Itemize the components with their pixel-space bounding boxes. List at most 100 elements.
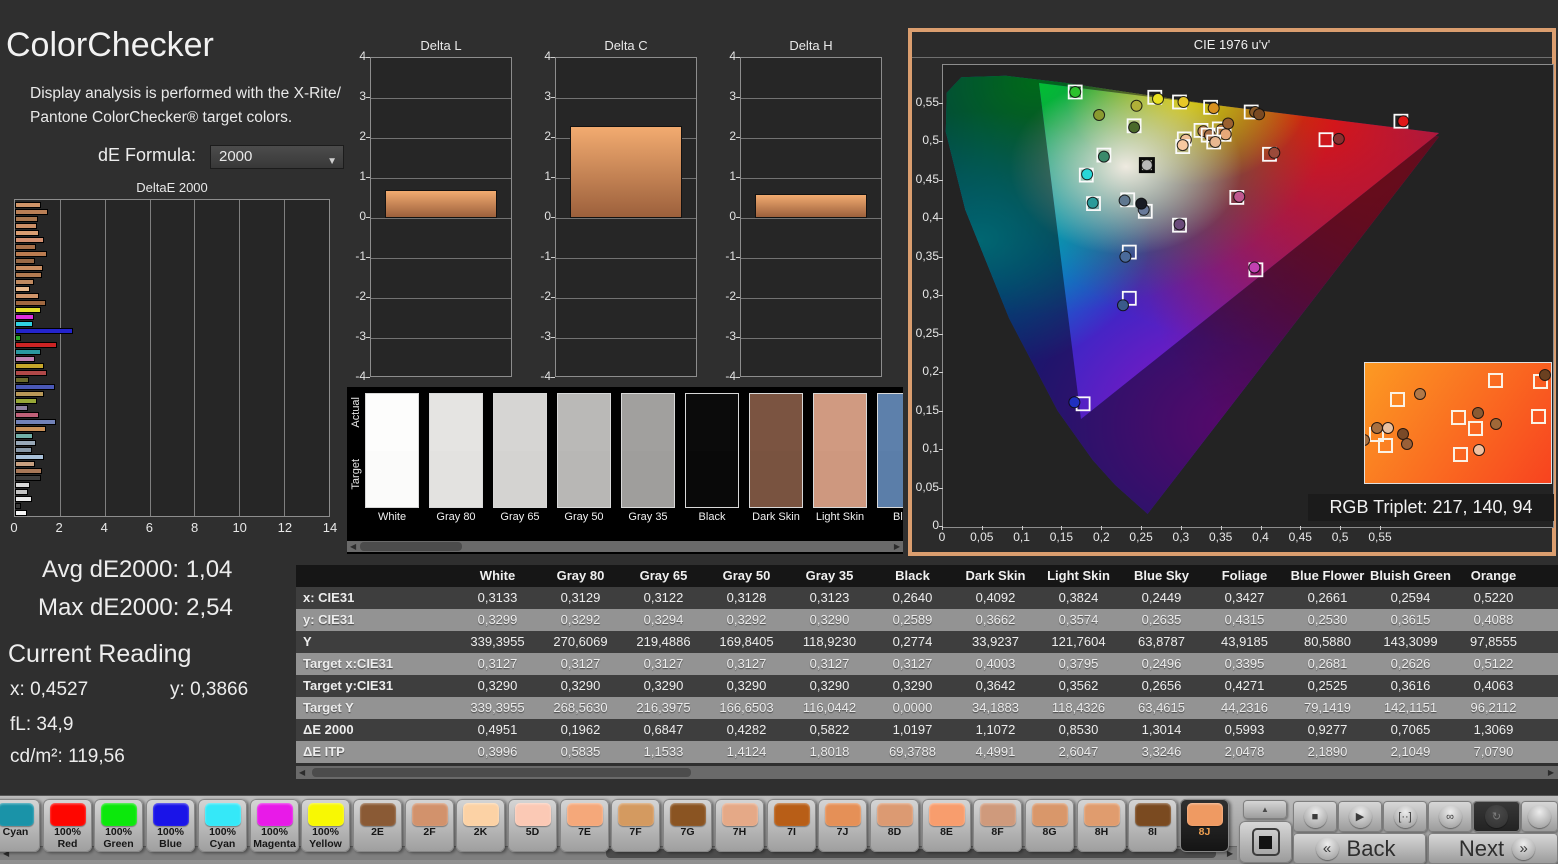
cie-measured-point (1119, 250, 1132, 263)
deltae-bar (15, 447, 32, 453)
play-button[interactable]: ▶ (1338, 801, 1382, 832)
table-row: Target y:CIE31 0,3290 0,3290 0,3290 0,3290 0,… (296, 675, 1558, 697)
patch-button-100-green[interactable]: 100% Green (94, 799, 143, 852)
deltae-bar (15, 244, 37, 250)
cie-measured-point (1117, 299, 1129, 312)
stop-pattern-button[interactable] (1239, 821, 1292, 863)
patch-button-100-red[interactable]: 100% Red (43, 799, 92, 852)
cie-measured-point (1397, 115, 1410, 128)
patch-button-100-yellow[interactable]: 100% Yellow (301, 799, 350, 852)
de-formula-dropdown[interactable]: 2000 ▼ (210, 145, 344, 169)
patch-button-8h[interactable]: 8H (1077, 799, 1126, 852)
cie-measured-point (1086, 196, 1099, 209)
cie-measured-point (1248, 261, 1261, 274)
cie-measured-point (1118, 194, 1131, 207)
back-button[interactable]: « Back (1293, 833, 1426, 864)
cie-measured-point (1177, 96, 1190, 108)
patch-button-8j[interactable]: 8J (1180, 799, 1229, 852)
swatch-light-skin: Light Skin (813, 393, 867, 523)
patch-button-100-magenta[interactable]: 100% Magenta (250, 799, 299, 852)
deltae-bar (15, 503, 22, 509)
blank-icon (1528, 805, 1551, 828)
patch-button-8g[interactable]: 8G (1025, 799, 1074, 852)
range-icon: [··] (1393, 805, 1417, 828)
blank-button[interactable] (1521, 801, 1558, 832)
patch-button-5d[interactable]: 5D (508, 799, 557, 852)
target-label: Target (350, 459, 362, 490)
cie-measured-point (1140, 159, 1153, 172)
column-header: Gray 80 (556, 568, 605, 583)
deltae-bar (15, 286, 31, 292)
page-title: ColorChecker (6, 26, 214, 64)
cie-measured-point (1253, 108, 1266, 121)
table-row: ΔE 2000 0,4951 0,1962 0,6847 0,4282 0,5822 1,0… (296, 719, 1558, 741)
patch-button-100-blue[interactable]: 100% Blue (146, 799, 195, 852)
swatch-gray-35: Gray 35 (621, 393, 675, 523)
cie-measured-point (1130, 99, 1143, 112)
scroll-left-icon[interactable]: ◀ (299, 766, 305, 779)
column-header: Dark Skin (965, 568, 1026, 583)
swatch-row: White Gray 80 Gray 65 Gray 50 Gray 35 Black Da… (365, 393, 903, 523)
scroll-right-icon[interactable]: ▶ (1548, 766, 1554, 779)
deltae-bar (15, 384, 56, 390)
patch-button-cyan[interactable]: Cyan (0, 799, 40, 852)
table-row: ΔE ITP 0,3996 0,5835 1,1533 1,4124 1,8018 69,3… (296, 741, 1558, 763)
deltae-bar (15, 251, 48, 257)
stop-button[interactable]: ■ (1293, 801, 1337, 832)
patch-button-7g[interactable]: 7G (663, 799, 712, 852)
infinity-button[interactable]: ∞ (1428, 801, 1472, 832)
patch-button-7j[interactable]: 7J (818, 799, 867, 852)
patch-button-2f[interactable]: 2F (405, 799, 454, 852)
swatch-scrollbar[interactable]: ◀ ▶ (347, 541, 903, 552)
infinity-icon: ∞ (1438, 805, 1462, 828)
patch-button-7e[interactable]: 7E (560, 799, 609, 852)
deltae-bar (15, 370, 48, 376)
cie-panel: CIE 1976 u'v' RGB Triplet: 217, 140, 94 … (908, 28, 1556, 556)
deltae-bar (15, 279, 34, 285)
cie-measured-point (1068, 396, 1081, 409)
next-button[interactable]: Next » (1428, 833, 1558, 864)
swatch-scroll-thumb[interactable] (360, 542, 462, 551)
swatch-gray-50: Gray 50 (557, 393, 611, 523)
deltae-bar (15, 496, 32, 502)
cie-measured-point (1176, 139, 1189, 152)
patch-button-100-cyan[interactable]: 100% Cyan (198, 799, 247, 852)
column-header: Blue Sky (1134, 568, 1189, 583)
range-button[interactable]: [··] (1383, 801, 1427, 832)
deltae-bar (15, 237, 44, 243)
table-scrollbar[interactable]: ◀ ▶ (296, 766, 1558, 779)
deltae-bar (15, 398, 38, 404)
patch-button-8d[interactable]: 8D (870, 799, 919, 852)
deltae-bar (15, 349, 41, 355)
avg-de2000: Avg dE2000: 1,04 (42, 556, 233, 583)
patch-button-8e[interactable]: 8E (922, 799, 971, 852)
deltae-bar (15, 335, 22, 341)
table-scroll-thumb[interactable] (312, 768, 691, 777)
patch-button-8i[interactable]: 8I (1128, 799, 1177, 852)
deltae-bar (15, 391, 44, 397)
current-x: x: 0,4527 (10, 679, 89, 700)
deltae-bar (15, 300, 47, 306)
patch-button-7h[interactable]: 7H (715, 799, 764, 852)
deltae-bar (15, 454, 44, 460)
swatch-white: White (365, 393, 419, 523)
column-header: Black (895, 568, 930, 583)
patch-button-7i[interactable]: 7I (767, 799, 816, 852)
column-header: Orange (1470, 568, 1517, 583)
scroll-right-icon[interactable]: ▶ (894, 541, 900, 552)
column-header: Gray 50 (722, 568, 771, 583)
stop-square-icon (1251, 828, 1280, 856)
patch-button-8f[interactable]: 8F (973, 799, 1022, 852)
deltae-bar (15, 216, 39, 222)
patch-button-2e[interactable]: 2E (353, 799, 402, 852)
deltae-bar (15, 433, 33, 439)
deltae-bar (15, 342, 58, 348)
scroll-left-icon[interactable]: ◀ (350, 541, 356, 552)
patch-button-2k[interactable]: 2K (456, 799, 505, 852)
deltae-bar (15, 293, 40, 299)
cie-measured-point (1069, 86, 1082, 98)
sync-button[interactable]: ↻ (1473, 801, 1520, 832)
patch-button-7f[interactable]: 7F (611, 799, 660, 852)
deltae-xlabels: 0 2 4 6 8 10 12 14 (10, 520, 338, 535)
scroll-up-button[interactable]: ▲ (1243, 800, 1287, 819)
